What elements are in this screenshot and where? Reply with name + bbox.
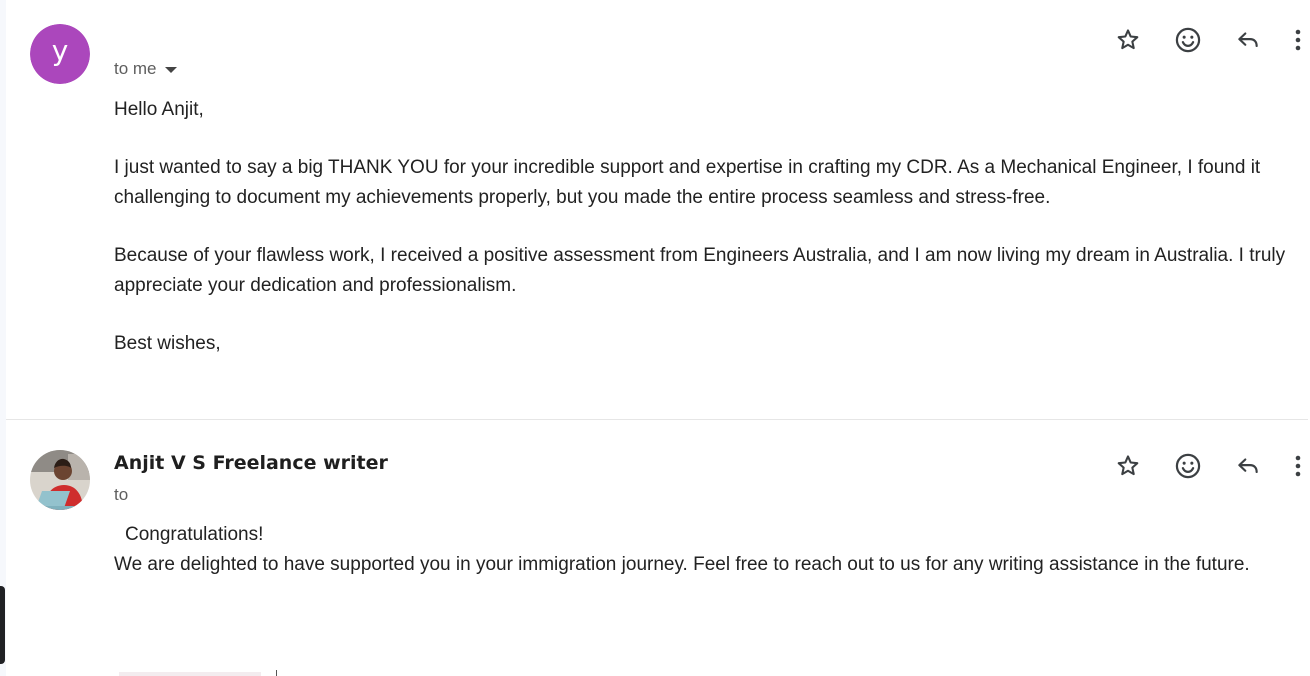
star-icon xyxy=(1117,29,1139,50)
recipient-label: to xyxy=(114,485,129,504)
reply-button[interactable] xyxy=(1230,448,1266,484)
message-actions xyxy=(1086,448,1308,484)
signoff: Best wishes, xyxy=(114,333,221,354)
star-button[interactable] xyxy=(1110,22,1146,58)
divider xyxy=(276,670,277,676)
profile-photo xyxy=(30,450,90,510)
more-vert-icon xyxy=(1295,29,1301,51)
side-panel-toggle[interactable] xyxy=(0,586,5,664)
more-options-button[interactable] xyxy=(1288,448,1308,484)
recipient-label: to me xyxy=(114,59,157,78)
message-2: Anjit V S Freelance writer to Congratula… xyxy=(6,420,1308,676)
star-icon xyxy=(1117,455,1139,476)
sender-avatar[interactable]: y xyxy=(30,24,90,84)
message-body: Congratulations! We are delighted to hav… xyxy=(114,520,1294,580)
recipient-line: to me xyxy=(114,59,177,79)
reply-button[interactable] xyxy=(1230,22,1266,58)
email-thread: y to me Hello Anjit, I just wanted to sa… xyxy=(0,0,1310,676)
message-1: y to me Hello Anjit, I just wanted to sa… xyxy=(6,0,1308,420)
add-reaction-button[interactable] xyxy=(1170,22,1206,58)
attachment-thumbnail[interactable] xyxy=(119,672,261,676)
sender-avatar[interactable] xyxy=(30,450,90,510)
body-paragraph: I just wanted to say a big THANK YOU for… xyxy=(114,157,1261,208)
message-actions xyxy=(1086,22,1308,58)
avatar-letter: y xyxy=(30,24,90,84)
reply-icon xyxy=(1238,32,1258,48)
greeting: Hello Anjit, xyxy=(114,99,204,120)
sender-name[interactable]: Anjit V S Freelance writer xyxy=(114,452,388,474)
emoji-icon xyxy=(1175,27,1201,53)
body-line: Congratulations! xyxy=(125,524,264,545)
reply-icon xyxy=(1238,458,1258,474)
more-options-button[interactable] xyxy=(1288,22,1308,58)
chevron-down-icon[interactable] xyxy=(164,67,177,73)
star-button[interactable] xyxy=(1110,448,1146,484)
body-line: We are delighted to have supported you i… xyxy=(114,554,1250,575)
add-reaction-button[interactable] xyxy=(1170,448,1206,484)
body-paragraph: Because of your flawless work, I receive… xyxy=(114,245,1286,296)
emoji-icon xyxy=(1175,453,1201,479)
message-body: Hello Anjit, I just wanted to say a big … xyxy=(114,95,1294,387)
more-vert-icon xyxy=(1295,455,1301,477)
